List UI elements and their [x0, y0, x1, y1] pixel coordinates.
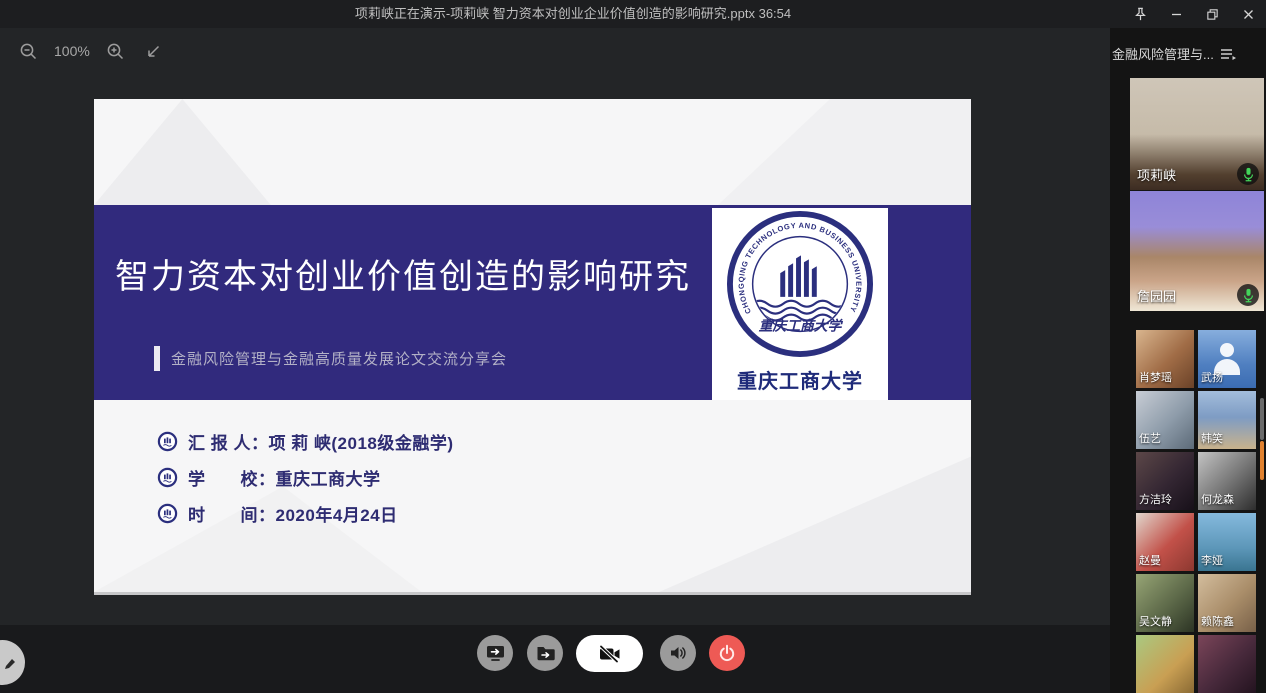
participant-tile[interactable]: 何龙森	[1198, 452, 1256, 510]
slide-title-band: 智力资本对创业价值创造的影响研究 金融风险管理与金融高质量发展论文交流分享会 C…	[94, 205, 971, 400]
participant-name: 吴文静	[1139, 613, 1172, 629]
participant-tile[interactable]	[1136, 635, 1194, 693]
participant-tile[interactable]: 武扬	[1198, 330, 1256, 388]
bullet-text: 学 校：重庆工商大学	[188, 465, 381, 490]
svg-text:重庆工商大学: 重庆工商大学	[759, 317, 844, 333]
speaker-button[interactable]	[660, 635, 696, 671]
edge-tool-button[interactable]	[0, 640, 25, 685]
camera-off-button[interactable]	[576, 635, 643, 672]
pin-icon[interactable]	[1126, 2, 1154, 26]
subtitle-accent-bar	[154, 346, 160, 371]
minimize-button[interactable]	[1162, 2, 1190, 26]
participant-name: 肖梦瑶	[1139, 369, 1172, 385]
participant-name: 赵曼	[1139, 552, 1161, 568]
bottom-toolbar	[0, 625, 1110, 693]
window-title: 项莉峡正在演示-项莉峡 智力资本对创业企业价值创造的影响研究.pptx 36:5…	[0, 0, 1146, 28]
screen-share-icon	[485, 643, 506, 663]
featured-videos: 项莉峡 詹园园	[1130, 78, 1264, 311]
participant-name: 李娅	[1201, 552, 1223, 568]
close-button[interactable]	[1234, 2, 1262, 26]
slide-title: 智力资本对创业价值创造的影响研究	[94, 249, 712, 298]
participant-tile[interactable]: 李娅	[1198, 513, 1256, 571]
participant-list-toggle-icon[interactable]	[1220, 48, 1237, 60]
bullet-row: 学 校：重庆工商大学	[157, 465, 454, 490]
participant-name: 方洁玲	[1139, 491, 1172, 507]
slide: 智力资本对创业价值创造的影响研究 金融风险管理与金融高质量发展论文交流分享会 C…	[94, 99, 971, 595]
report-bullets: 汇 报 人：项 莉 峡(2018级金融学) 学 校：重庆工商大学	[157, 429, 454, 526]
restore-button[interactable]	[1198, 2, 1226, 26]
power-icon	[717, 643, 737, 663]
featured-video[interactable]: 詹园园	[1130, 191, 1264, 311]
file-share-button[interactable]	[527, 635, 563, 671]
participant-name: 何龙森	[1201, 491, 1234, 507]
speaker-icon	[668, 643, 688, 663]
university-logo-panel: CHONGQING TECHNOLOGY AND BUSINESS UNIVER…	[712, 208, 888, 400]
sidebar-header: 金融风险管理与...	[1112, 44, 1262, 63]
participant-name: 韩笑	[1201, 430, 1223, 446]
participant-avatar	[1136, 635, 1194, 693]
participant-tile[interactable]: 韩笑	[1198, 391, 1256, 449]
camera-off-icon	[597, 644, 623, 664]
mic-icon	[1237, 284, 1259, 306]
participant-tile[interactable]: 肖梦瑶	[1136, 330, 1194, 388]
meeting-name: 金融风险管理与...	[1112, 44, 1214, 63]
participant-tile[interactable]: 吴文静	[1136, 574, 1194, 632]
slide-top-band	[94, 99, 971, 205]
bullet-text: 汇 报 人：项 莉 峡(2018级金融学)	[188, 429, 454, 454]
participant-name: 项莉峡	[1137, 165, 1176, 184]
participant-name: 武扬	[1201, 369, 1223, 385]
participant-tile[interactable]: 赵曼	[1136, 513, 1194, 571]
screen-share-button[interactable]	[477, 635, 513, 671]
window-titlebar: 项莉峡正在演示-项莉峡 智力资本对创业企业价值创造的影响研究.pptx 36:5…	[0, 0, 1266, 28]
mic-icon	[1237, 163, 1259, 185]
slide-subtitle: 金融风险管理与金融高质量发展论文交流分享会	[171, 348, 507, 369]
bullet-text: 时 间：2020年4月24日	[188, 501, 398, 526]
participant-tile[interactable]: 伍艺	[1136, 391, 1194, 449]
university-seal-icon: CHONGQING TECHNOLOGY AND BUSINESS UNIVER…	[726, 210, 874, 358]
presentation-area: 100% 智力资本对创业价值创造的影响研究	[0, 28, 1110, 693]
participants-scrollbar-indicator[interactable]	[1260, 441, 1264, 480]
bullet-seal-icon	[157, 503, 178, 524]
meeting-window: 项莉峡正在演示-项莉峡 智力资本对创业企业价值创造的影响研究.pptx 36:5…	[0, 0, 1266, 693]
fit-screen-icon[interactable]	[142, 39, 166, 63]
bullet-seal-icon	[157, 431, 178, 452]
file-share-icon	[535, 644, 556, 663]
leave-meeting-button[interactable]	[709, 635, 745, 671]
zoom-in-button[interactable]	[104, 39, 128, 63]
participants-sidebar: 金融风险管理与... 项莉峡	[1110, 28, 1266, 693]
featured-video[interactable]: 项莉峡	[1130, 78, 1264, 190]
university-name: 重庆工商大学	[712, 365, 888, 394]
participant-tile[interactable]: 方洁玲	[1136, 452, 1194, 510]
bullet-seal-icon	[157, 467, 178, 488]
participant-name: 詹园园	[1137, 286, 1176, 305]
zoom-out-button[interactable]	[16, 39, 40, 63]
participants-scrollbar[interactable]	[1260, 398, 1264, 440]
zoom-level: 100%	[54, 43, 90, 59]
participant-name: 赖陈鑫	[1201, 613, 1234, 629]
participant-tile[interactable]	[1198, 635, 1256, 693]
bullet-row: 时 间：2020年4月24日	[157, 501, 454, 526]
participant-avatar	[1198, 635, 1256, 693]
bullet-row: 汇 报 人：项 莉 峡(2018级金融学)	[157, 429, 454, 454]
participant-name: 伍艺	[1139, 430, 1161, 446]
zoom-toolbar: 100%	[0, 28, 1110, 74]
participant-grid: 肖梦瑶 武扬 伍艺 韩笑	[1136, 330, 1256, 693]
participant-tile[interactable]: 赖陈鑫	[1198, 574, 1256, 632]
tool-icon	[2, 655, 18, 671]
